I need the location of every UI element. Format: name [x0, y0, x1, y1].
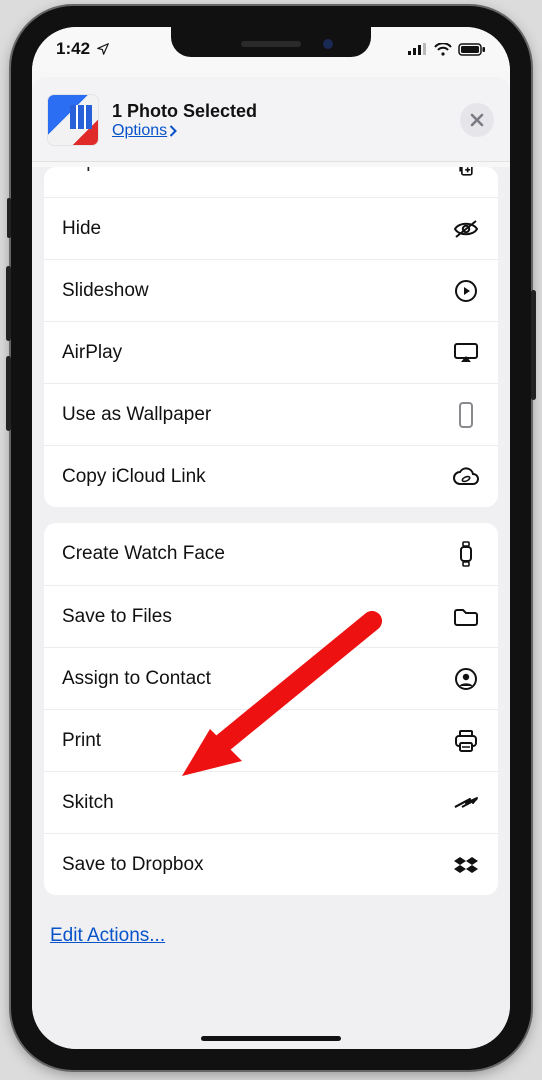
cloud-link-icon — [452, 467, 480, 487]
action-label: Use as Wallpaper — [62, 404, 211, 426]
notch — [171, 27, 371, 57]
action-copy-icloud-link[interactable]: Copy iCloud Link — [44, 445, 498, 507]
action-print[interactable]: Print — [44, 709, 498, 771]
airplay-icon — [452, 342, 480, 364]
selected-photo-thumbnail[interactable] — [48, 95, 98, 145]
close-button[interactable] — [460, 103, 494, 137]
location-icon — [96, 42, 110, 56]
home-indicator[interactable] — [201, 1036, 341, 1041]
selection-title: 1 Photo Selected — [112, 101, 446, 122]
status-time: 1:42 — [56, 39, 90, 59]
action-label: Skitch — [62, 792, 114, 814]
action-label: Slideshow — [62, 280, 149, 302]
action-label: Duplicate — [62, 167, 141, 173]
action-create-watch-face[interactable]: Create Watch Face — [44, 523, 498, 585]
action-airplay[interactable]: AirPlay — [44, 321, 498, 383]
action-label: Copy iCloud Link — [62, 466, 206, 488]
dropbox-icon — [452, 855, 480, 875]
volume-up — [6, 266, 11, 341]
phone-frame: 1:42 1 Photo Selected — [11, 6, 531, 1070]
action-duplicate[interactable]: Duplicate — [44, 167, 498, 197]
play-circle-icon — [452, 279, 480, 303]
skitch-icon — [452, 794, 480, 812]
action-assign-to-contact[interactable]: Assign to Contact — [44, 647, 498, 709]
wifi-icon — [434, 43, 452, 56]
printer-icon — [452, 729, 480, 753]
volume-down — [6, 356, 11, 431]
edit-actions-label: Edit Actions... — [50, 925, 165, 946]
contact-icon — [452, 667, 480, 691]
chevron-right-icon — [168, 125, 177, 137]
watch-icon — [452, 541, 480, 567]
duplicate-icon — [452, 167, 480, 179]
action-save-to-dropbox[interactable]: Save to Dropbox — [44, 833, 498, 895]
iphone-icon — [452, 402, 480, 428]
action-label: Hide — [62, 218, 101, 240]
mute-switch — [7, 198, 11, 238]
actions-scroll[interactable]: Duplicate Hide Slideshow — [32, 167, 510, 1049]
action-use-as-wallpaper[interactable]: Use as Wallpaper — [44, 383, 498, 445]
options-link[interactable]: Options — [112, 122, 446, 140]
actions-group-1: Duplicate Hide Slideshow — [44, 167, 498, 507]
cellular-icon — [408, 43, 428, 55]
action-label: Create Watch Face — [62, 543, 225, 565]
action-label: AirPlay — [62, 342, 122, 364]
edit-actions-link[interactable]: Edit Actions... — [44, 911, 498, 947]
share-sheet-header: 1 Photo Selected Options — [32, 77, 510, 162]
action-slideshow[interactable]: Slideshow — [44, 259, 498, 321]
action-label: Save to Files — [62, 606, 172, 628]
action-skitch[interactable]: Skitch — [44, 771, 498, 833]
screen: 1:42 1 Photo Selected — [32, 27, 510, 1049]
action-label: Print — [62, 730, 101, 752]
action-save-to-files[interactable]: Save to Files — [44, 585, 498, 647]
actions-group-2: Create Watch Face Save to Files Assign t… — [44, 523, 498, 895]
options-label: Options — [112, 122, 167, 140]
folder-icon — [452, 607, 480, 627]
close-icon — [470, 113, 484, 127]
battery-icon — [458, 43, 486, 56]
hide-icon — [452, 219, 480, 239]
action-label: Assign to Contact — [62, 668, 211, 690]
action-label: Save to Dropbox — [62, 854, 204, 876]
power-button — [531, 290, 536, 400]
action-hide[interactable]: Hide — [44, 197, 498, 259]
